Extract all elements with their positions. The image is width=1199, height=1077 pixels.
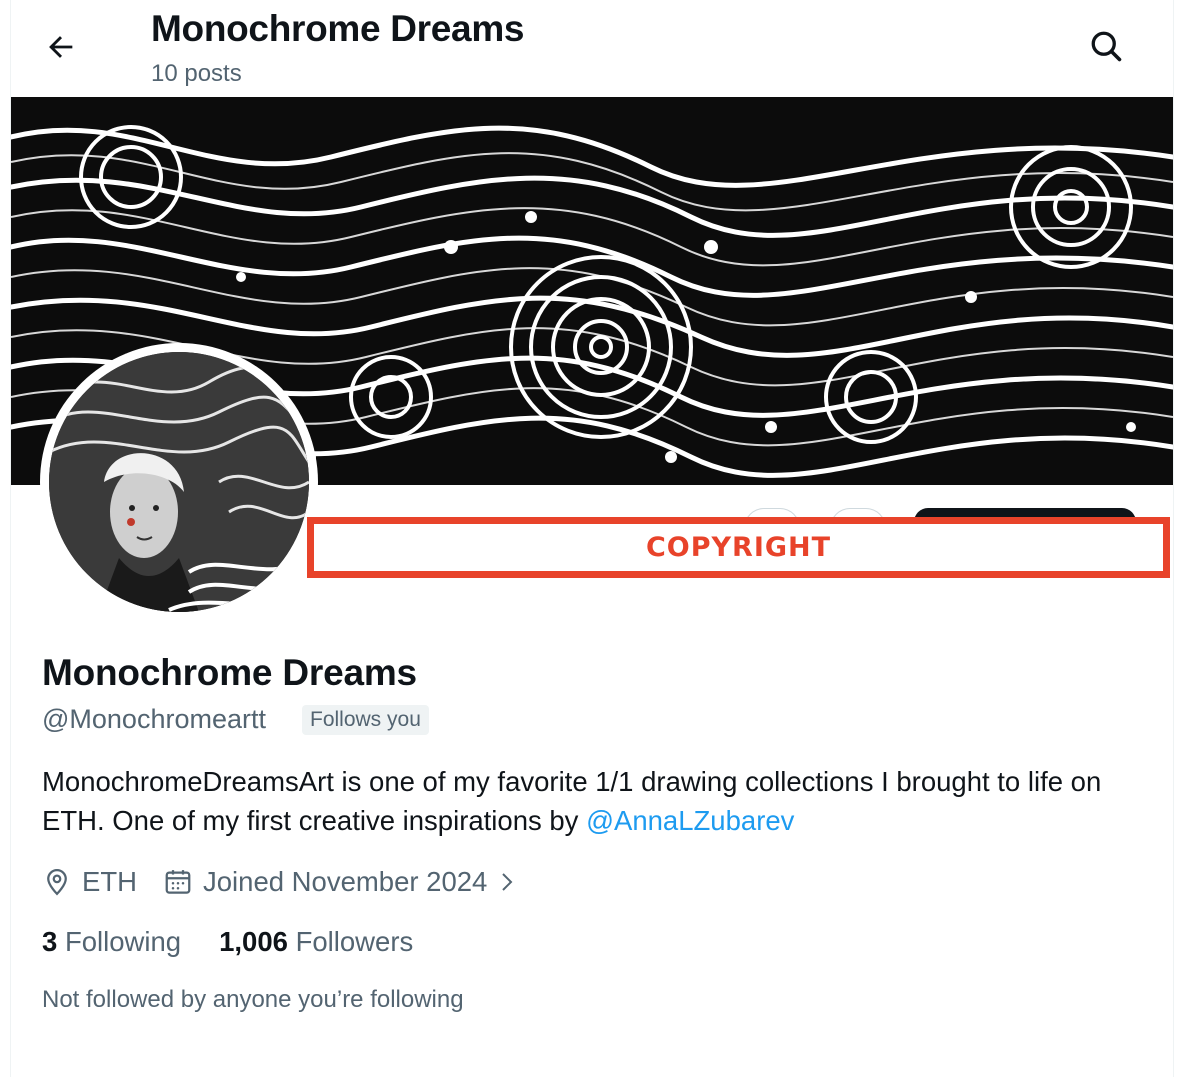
calendar-icon: [165, 870, 191, 894]
follows-you-badge: Follows you: [302, 705, 429, 735]
copyright-overlay: COPYRIGHT: [307, 517, 1170, 578]
bio-text: MonochromeDreamsArt is one of my favorit…: [42, 766, 1102, 836]
profile-display-name: Monochrome Dreams: [42, 652, 417, 693]
joined-text: Joined November 2024: [203, 866, 488, 897]
copyright-label: COPYRIGHT: [645, 532, 832, 563]
profile-header: Monochrome Dreams 10 posts: [0, 0, 1199, 97]
search-icon: [1091, 31, 1122, 62]
profile-bio: MonochromeDreamsArt is one of my favorit…: [42, 762, 1152, 840]
followers-link[interactable]: 1,006 Followers: [219, 926, 413, 958]
search-button[interactable]: [1082, 22, 1130, 70]
location-pin-icon: [47, 868, 67, 896]
avatar-portrait: [49, 352, 309, 612]
profile-handle: @Monochromeartt: [42, 704, 266, 734]
arrow-left-icon: [49, 36, 73, 58]
joined-item[interactable]: Joined November 2024: [163, 866, 519, 898]
following-label: Following: [64, 926, 182, 957]
followers-label: Followers: [295, 926, 414, 957]
back-button[interactable]: [38, 24, 84, 70]
location-text: ETH: [82, 866, 137, 897]
bio-mention-link[interactable]: @AnnaLZubarev: [586, 805, 794, 836]
mutual-followers-note: Not followed by anyone you’re following: [42, 986, 464, 1013]
following-link[interactable]: 3 Following: [42, 926, 181, 958]
avatar[interactable]: [49, 352, 309, 612]
header-title: Monochrome Dreams: [151, 8, 525, 49]
follow-stats: 3 Following 1,006 Followers: [42, 926, 413, 958]
chevron-right-icon: [502, 873, 513, 891]
followers-count: 1,006: [219, 926, 288, 957]
following-count: 3: [42, 926, 58, 957]
location-item: ETH: [42, 866, 137, 898]
profile-meta: ETH Joined November 2024: [42, 862, 519, 902]
post-count: 10 posts: [151, 60, 242, 87]
